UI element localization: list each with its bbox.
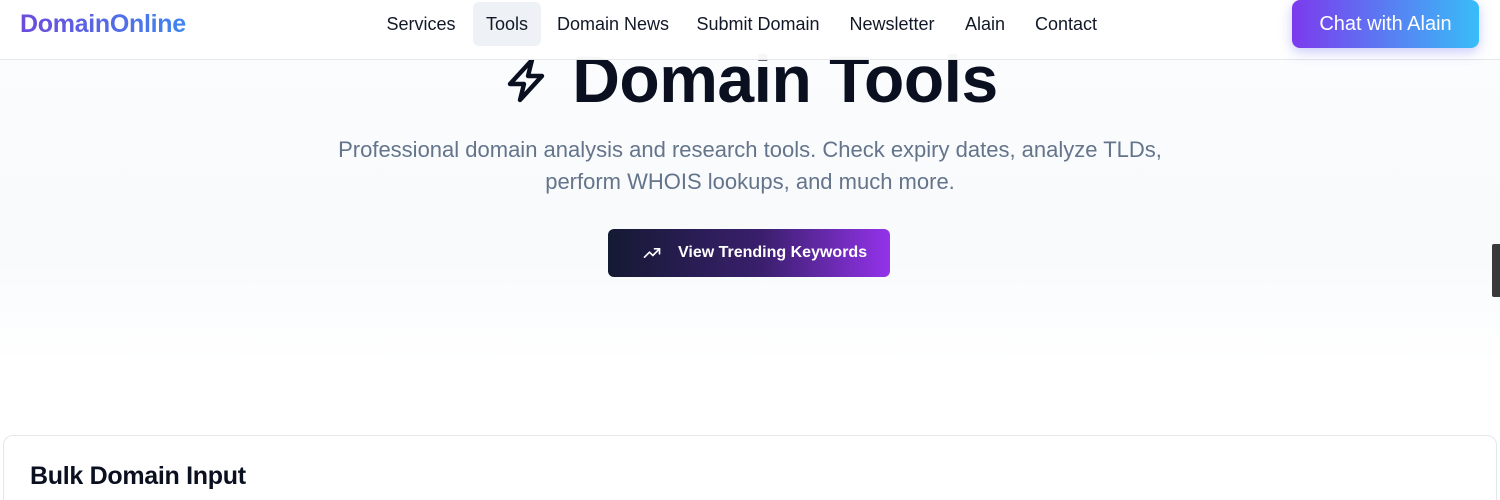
site-logo[interactable]: DomainOnline xyxy=(20,9,186,39)
scrollbar-thumb[interactable] xyxy=(1492,244,1500,297)
chat-with-alain-button[interactable]: Chat with Alain xyxy=(1292,0,1479,48)
hero-subtitle-line-1: Professional domain analysis and researc… xyxy=(338,137,1162,162)
hero-subtitle: Professional domain analysis and researc… xyxy=(300,134,1200,198)
bulk-domain-input-card: Bulk Domain Input xyxy=(3,435,1497,500)
nav-item-newsletter[interactable]: Newsletter xyxy=(839,2,945,46)
nav-item-tools[interactable]: Tools xyxy=(473,2,541,46)
nav-item-submit-domain[interactable]: Submit Domain xyxy=(688,2,828,46)
trending-up-icon xyxy=(643,248,661,258)
page: DomainOnline Services Tools Domain News … xyxy=(0,0,1500,500)
nav-item-alain[interactable]: Alain xyxy=(956,2,1014,46)
view-trending-keywords-label: View Trending Keywords xyxy=(678,244,868,261)
lightning-bolt-icon xyxy=(508,57,545,103)
hero-subtitle-line-2: perform WHOIS lookups, and much more. xyxy=(545,169,955,194)
nav-item-contact[interactable]: Contact xyxy=(1024,2,1108,46)
nav-item-domain-news[interactable]: Domain News xyxy=(549,2,677,46)
view-trending-keywords-button[interactable]: View Trending Keywords xyxy=(608,229,890,277)
bulk-domain-input-title: Bulk Domain Input xyxy=(30,462,246,490)
site-header: DomainOnline Services Tools Domain News … xyxy=(0,0,1500,60)
nav-item-services[interactable]: Services xyxy=(373,2,469,46)
